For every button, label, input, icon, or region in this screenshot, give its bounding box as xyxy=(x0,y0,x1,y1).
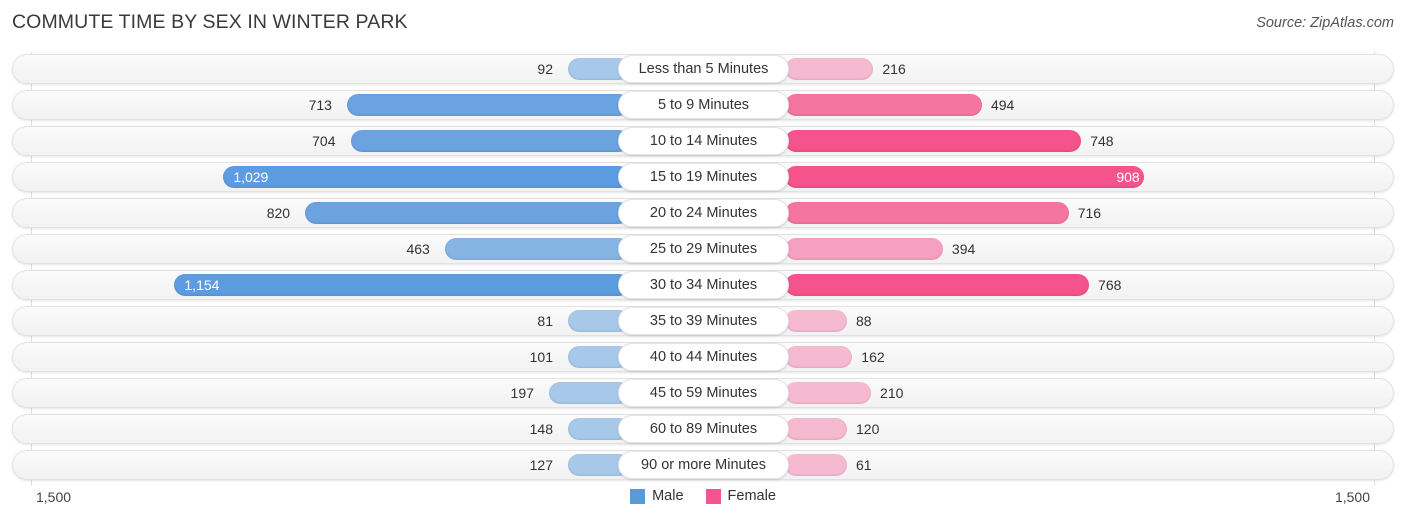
category-label-pill: 30 to 34 Minutes xyxy=(618,271,789,299)
value-label-female: 768 xyxy=(1098,277,1122,293)
value-label-male: 463 xyxy=(406,241,430,257)
chart-row: 92 216 Less than 5 Minutes xyxy=(12,54,1394,84)
bar-female[interactable] xyxy=(785,310,847,332)
chart-plot-area: 92 216 Less than 5 Minutes 713 494 5 to 9 Min… xyxy=(0,52,1406,486)
chart-row: 820 716 20 to 24 Minutes xyxy=(12,198,1394,228)
bar-female[interactable] xyxy=(785,130,1082,152)
bar-female[interactable] xyxy=(785,202,1069,224)
value-label-female: 716 xyxy=(1077,205,1102,221)
bar-female[interactable] xyxy=(785,346,853,368)
chart-row: 81 88 35 to 39 Minutes xyxy=(12,306,1394,336)
value-label-male: 820 xyxy=(266,205,291,221)
bar-male[interactable] xyxy=(350,130,630,152)
category-label-pill: 10 to 14 Minutes xyxy=(618,127,789,155)
value-label-female: 394 xyxy=(951,241,976,257)
value-label-male: 101 xyxy=(529,349,553,365)
chart-row: 463 394 25 to 29 Minutes xyxy=(12,234,1394,264)
bar-female[interactable] xyxy=(785,58,874,80)
chart-row: 713 494 5 to 9 Minutes xyxy=(12,90,1394,120)
category-label-pill: 40 to 44 Minutes xyxy=(618,343,789,371)
value-label-female: 216 xyxy=(882,61,906,77)
value-label-female: 748 xyxy=(1090,133,1114,149)
source-attribution: Source: ZipAtlas.com xyxy=(1256,15,1394,31)
category-label-pill: 20 to 24 Minutes xyxy=(618,199,789,227)
chart-page: COMMUTE TIME BY SEX IN WINTER PARK Sourc… xyxy=(0,0,1406,523)
value-label-male: 704 xyxy=(312,133,336,149)
bar-female[interactable] xyxy=(785,166,1144,188)
value-label-female: 88 xyxy=(856,313,872,329)
chart-row: 127 61 90 or more Minutes xyxy=(12,450,1394,480)
bar-male[interactable] xyxy=(444,238,630,260)
category-label-pill: 45 to 59 Minutes xyxy=(618,379,789,407)
value-label-male: 81 xyxy=(537,313,553,329)
category-label-pill: 35 to 39 Minutes xyxy=(618,307,789,335)
value-label-male: 92 xyxy=(537,61,553,77)
chart-row: 148 120 60 to 89 Minutes xyxy=(12,414,1394,444)
bar-male[interactable] xyxy=(346,94,630,116)
category-label-pill: Less than 5 Minutes xyxy=(618,55,789,83)
legend-item-female[interactable]: Female xyxy=(705,488,776,504)
legend-swatch-female xyxy=(705,488,721,504)
value-label-female: 210 xyxy=(880,385,904,401)
legend-item-male[interactable]: Male xyxy=(630,488,684,504)
value-label-male: 1,029 xyxy=(233,169,269,185)
bar-female[interactable] xyxy=(785,94,982,116)
chart-row: 1,029 908 15 to 19 Minutes xyxy=(12,162,1394,192)
value-label-male: 1,154 xyxy=(184,277,220,293)
value-label-female: 162 xyxy=(861,349,885,365)
bar-female[interactable] xyxy=(785,238,943,260)
category-label-pill: 90 or more Minutes xyxy=(618,451,789,479)
bar-female[interactable] xyxy=(785,454,847,476)
legend-swatch-male xyxy=(630,488,646,504)
category-label-pill: 25 to 29 Minutes xyxy=(618,235,789,263)
value-label-female: 61 xyxy=(856,457,872,473)
category-label-pill: 60 to 89 Minutes xyxy=(618,415,789,443)
chart-row: 704 748 10 to 14 Minutes xyxy=(12,126,1394,156)
category-label-pill: 5 to 9 Minutes xyxy=(618,91,789,119)
bar-female[interactable] xyxy=(785,274,1090,296)
page-title: COMMUTE TIME BY SEX IN WINTER PARK xyxy=(12,11,408,33)
value-label-male: 148 xyxy=(529,421,553,437)
chart-row: 1,154 768 30 to 34 Minutes xyxy=(12,270,1394,300)
value-label-male: 127 xyxy=(529,457,553,473)
value-label-female: 120 xyxy=(856,421,880,437)
bar-female[interactable] xyxy=(785,382,872,404)
chart-legend: Male Female xyxy=(0,488,1406,504)
value-label-male: 713 xyxy=(308,97,332,113)
legend-label-female: Female xyxy=(727,488,776,504)
value-label-female: 494 xyxy=(990,97,1015,113)
bar-male[interactable] xyxy=(305,202,630,224)
value-label-male: 197 xyxy=(510,385,534,401)
legend-label-male: Male xyxy=(652,488,684,504)
value-label-female: 908 xyxy=(1116,169,1140,185)
category-label-pill: 15 to 19 Minutes xyxy=(618,163,789,191)
bar-female[interactable] xyxy=(785,418,847,440)
chart-row: 101 162 40 to 44 Minutes xyxy=(12,342,1394,372)
chart-row: 197 210 45 to 59 Minutes xyxy=(12,378,1394,408)
